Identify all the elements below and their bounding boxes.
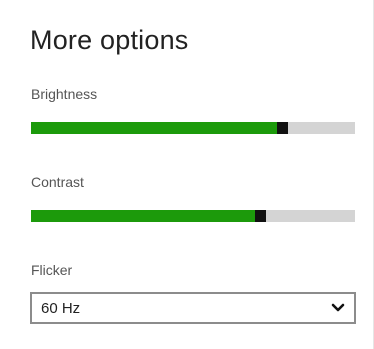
flicker-selected-value: 60 Hz	[41, 300, 81, 317]
panel-title: More options	[30, 25, 189, 55]
brightness-slider[interactable]	[31, 122, 355, 134]
flicker-select[interactable]: 60 Hz	[30, 292, 356, 324]
contrast-label: Contrast	[31, 174, 84, 190]
chevron-down-icon	[331, 303, 345, 312]
brightness-label: Brightness	[31, 86, 98, 102]
contrast-slider-thumb[interactable]	[255, 210, 266, 222]
flicker-label: Flicker	[31, 262, 73, 278]
brightness-slider-fill	[31, 122, 277, 134]
contrast-slider-fill	[31, 210, 255, 222]
brightness-slider-thumb[interactable]	[277, 122, 288, 134]
contrast-slider[interactable]	[31, 210, 355, 222]
more-options-panel: More options Brightness Contrast Flicker…	[0, 0, 374, 349]
